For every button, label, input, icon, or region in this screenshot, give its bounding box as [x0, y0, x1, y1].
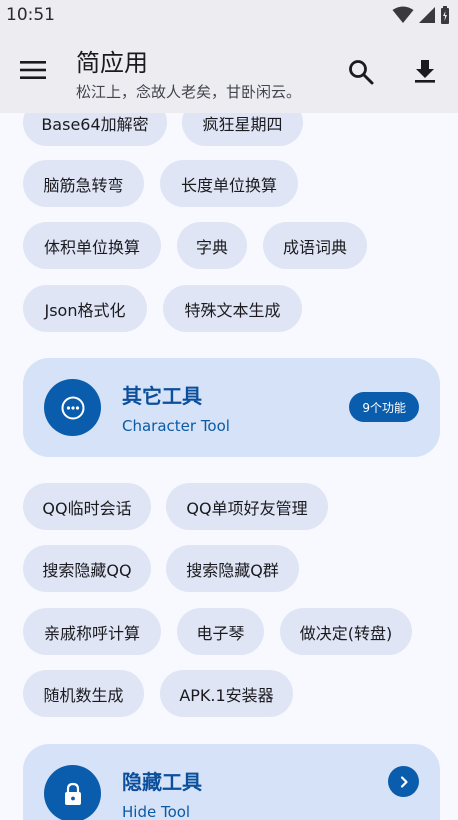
chip-special-text[interactable]: 特殊文本生成 [163, 285, 302, 332]
lock-icon [64, 782, 81, 805]
other-tools-card[interactable]: 其它工具 Character Tool 9个功能 [23, 358, 440, 457]
chip-qq-friend-manage[interactable]: QQ单项好友管理 [166, 483, 328, 530]
chip-search-hidden-qq[interactable]: 搜索隐藏QQ [23, 545, 151, 592]
chip-volume-conversion[interactable]: 体积单位换算 [23, 222, 161, 269]
cellular-signal-icon [419, 7, 435, 23]
hide-tools-card[interactable]: 隐藏工具 Hide Tool [23, 744, 440, 820]
battery-icon [441, 6, 449, 24]
chip-random-number[interactable]: 随机数生成 [23, 670, 144, 717]
more-horizontal-icon [61, 396, 84, 419]
chip-crazy-thursday[interactable]: 疯狂星期四 [182, 113, 303, 146]
chip-piano[interactable]: 电子琴 [177, 608, 264, 655]
other-tools-subtitle: Character Tool [122, 417, 230, 435]
chip-apk-installer[interactable]: APK.1安装器 [160, 670, 293, 717]
hide-tools-title: 隐藏工具 [122, 770, 202, 794]
chip-decision-wheel[interactable]: 做决定(转盘) [280, 608, 412, 655]
tool-list[interactable]: Base64加解密 疯狂星期四 脑筋急转弯 长度单位换算 体积单位换算 字典 成… [0, 113, 458, 820]
chip-idiom-dictionary[interactable]: 成语词典 [263, 222, 367, 269]
search-icon[interactable] [348, 59, 374, 85]
chevron-right-icon [400, 775, 408, 788]
chip-brain-teaser[interactable]: 脑筋急转弯 [23, 160, 144, 207]
hide-tools-subtitle: Hide Tool [122, 803, 191, 820]
chip-dictionary[interactable]: 字典 [177, 222, 247, 269]
hide-tools-expand-button[interactable] [388, 766, 419, 797]
hide-tools-avatar [44, 765, 101, 820]
other-tools-count-badge: 9个功能 [349, 392, 419, 422]
other-tools-avatar [44, 379, 101, 436]
status-icons [392, 6, 450, 24]
app-bar: 简应用 松江上，念故人老矣，甘卧闲云。 [0, 30, 458, 113]
chip-qq-temp-chat[interactable]: QQ临时会话 [23, 483, 151, 530]
page-title: 简应用 [76, 49, 148, 77]
menu-icon[interactable] [20, 59, 46, 81]
chip-json-format[interactable]: Json格式化 [23, 285, 147, 332]
chip-base64[interactable]: Base64加解密 [23, 113, 167, 146]
wifi-icon [392, 6, 414, 23]
download-icon[interactable] [412, 58, 438, 84]
other-tools-title: 其它工具 [122, 384, 202, 408]
chip-search-hidden-group[interactable]: 搜索隐藏Q群 [166, 545, 299, 592]
status-bar: 10:51 [0, 0, 458, 30]
chip-relative-calc[interactable]: 亲戚称呼计算 [23, 608, 161, 655]
page-subtitle: 松江上，念故人老矣，甘卧闲云。 [76, 83, 302, 101]
chip-length-conversion[interactable]: 长度单位换算 [160, 160, 298, 207]
status-time: 10:51 [6, 5, 55, 25]
